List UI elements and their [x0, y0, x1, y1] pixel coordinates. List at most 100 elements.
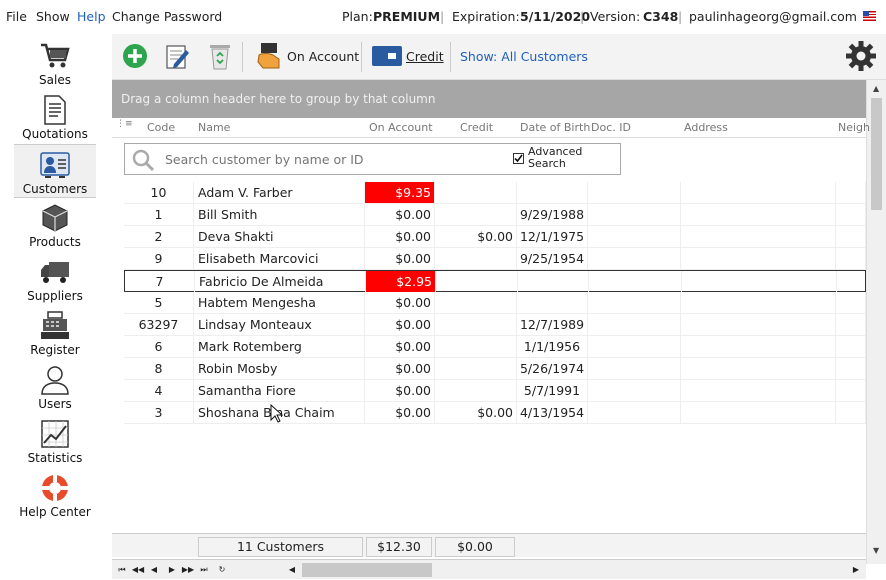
cell-on-account[interactable]: $0.00: [365, 248, 435, 269]
cell-address[interactable]: [681, 248, 836, 269]
vertical-scrollbar[interactable]: ▲ ▼: [866, 80, 886, 564]
cell-address[interactable]: [681, 336, 836, 357]
cell-neighborhood[interactable]: [836, 292, 866, 313]
column-chooser-icon[interactable]: ⋮≡: [116, 119, 133, 129]
cell-neighborhood[interactable]: [836, 380, 866, 401]
sidebar-item-suppliers[interactable]: Suppliers: [14, 252, 96, 306]
scroll-down-icon[interactable]: ▼: [873, 546, 879, 555]
refresh-icon[interactable]: ↻: [214, 562, 230, 578]
table-row[interactable]: 10 Adam V. Farber $9.35: [124, 182, 866, 204]
cell-code[interactable]: 4: [124, 380, 194, 401]
advanced-search-checkbox[interactable]: [513, 153, 524, 164]
cell-neighborhood[interactable]: [836, 314, 866, 335]
cell-on-account[interactable]: $2.95: [366, 271, 436, 292]
user-email[interactable]: paulinhageorg@gmail.com: [689, 9, 857, 24]
cell-name[interactable]: Fabricio De Almeida: [195, 271, 366, 292]
cell-date-of-birth[interactable]: 9/25/1954: [517, 248, 588, 269]
column-header-neighborhood[interactable]: Neigh: [838, 121, 870, 134]
cell-address[interactable]: [681, 182, 836, 203]
menu-file[interactable]: File: [6, 9, 27, 24]
cell-doc-id[interactable]: [588, 402, 681, 423]
show-filter[interactable]: Show: All Customers: [460, 40, 588, 72]
cell-neighborhood[interactable]: [836, 204, 866, 225]
cell-doc-id[interactable]: [588, 380, 681, 401]
cell-credit[interactable]: [435, 336, 517, 357]
cell-doc-id[interactable]: [588, 204, 681, 225]
cell-credit[interactable]: [436, 271, 518, 292]
previous-record-icon[interactable]: ◀: [146, 562, 162, 578]
group-by-panel[interactable]: Drag a column header here to group by th…: [112, 80, 866, 118]
cell-name[interactable]: Lindsay Monteaux: [194, 314, 365, 335]
cell-doc-id[interactable]: [589, 271, 682, 292]
credit-button[interactable]: Credit: [371, 40, 444, 72]
sidebar-item-statistics[interactable]: Statistics: [14, 414, 96, 468]
cell-code[interactable]: 2: [124, 226, 194, 247]
cell-name[interactable]: Adam V. Farber: [194, 182, 365, 203]
next-record-icon[interactable]: ▶: [164, 562, 180, 578]
cell-credit[interactable]: [435, 314, 517, 335]
cell-date-of-birth[interactable]: [517, 182, 588, 203]
cell-credit[interactable]: [435, 380, 517, 401]
settings-button[interactable]: [844, 40, 878, 72]
cell-date-of-birth[interactable]: 9/29/1988: [517, 204, 588, 225]
horizontal-scrollbar-thumb[interactable]: [302, 563, 432, 577]
cell-on-account[interactable]: $0.00: [365, 402, 435, 423]
column-header-name[interactable]: Name: [198, 121, 230, 134]
scrollbar-thumb[interactable]: [871, 98, 882, 210]
table-row[interactable]: 63297 Lindsay Monteaux $0.00 12/7/1989: [124, 314, 866, 336]
cell-address[interactable]: [682, 271, 837, 292]
sidebar-item-help-center[interactable]: Help Center: [14, 468, 96, 522]
cell-code[interactable]: 8: [124, 358, 194, 379]
cell-neighborhood[interactable]: [836, 248, 866, 269]
cell-code[interactable]: 9: [124, 248, 194, 269]
cell-doc-id[interactable]: [588, 314, 681, 335]
cell-on-account[interactable]: $0.00: [365, 226, 435, 247]
sidebar-item-customers[interactable]: Customers: [14, 144, 96, 198]
advanced-search-label[interactable]: Advanced Search: [528, 146, 582, 170]
cell-on-account[interactable]: $0.00: [365, 380, 435, 401]
cell-neighborhood[interactable]: [837, 271, 867, 292]
sidebar-item-products[interactable]: Products: [14, 198, 96, 252]
cell-on-account[interactable]: $0.00: [365, 314, 435, 335]
cell-neighborhood[interactable]: [836, 336, 866, 357]
sidebar-item-quotations[interactable]: Quotations: [14, 90, 96, 144]
cell-address[interactable]: [681, 380, 836, 401]
sidebar-item-register[interactable]: Register: [14, 306, 96, 360]
cell-address[interactable]: [681, 226, 836, 247]
sidebar-item-users[interactable]: Users: [14, 360, 96, 414]
cell-address[interactable]: [681, 204, 836, 225]
cell-on-account[interactable]: $0.00: [365, 292, 435, 313]
cell-name[interactable]: Habtem Mengesha: [194, 292, 365, 313]
cell-on-account[interactable]: $0.00: [365, 204, 435, 225]
cell-date-of-birth[interactable]: 5/26/1974: [517, 358, 588, 379]
cell-name[interactable]: Elisabeth Marcovici: [194, 248, 365, 269]
cell-address[interactable]: [681, 314, 836, 335]
table-row[interactable]: 6 Mark Rotemberg $0.00 1/1/1956: [124, 336, 866, 358]
column-header-code[interactable]: Code: [147, 121, 175, 134]
table-row[interactable]: 7 Fabricio De Almeida $2.95: [124, 270, 867, 292]
cell-credit[interactable]: [435, 182, 517, 203]
cell-date-of-birth[interactable]: 4/13/1954: [517, 402, 588, 423]
cell-code[interactable]: 10: [124, 182, 194, 203]
cell-on-account[interactable]: $9.35: [365, 182, 435, 203]
scroll-up-icon[interactable]: ▲: [873, 84, 879, 93]
scroll-left-icon[interactable]: ◀: [284, 562, 300, 578]
cell-name[interactable]: Samantha Fiore: [194, 380, 365, 401]
cell-date-of-birth[interactable]: [518, 271, 589, 292]
cell-name[interactable]: Bill Smith: [194, 204, 365, 225]
cell-credit[interactable]: [435, 248, 517, 269]
column-header-date-of-birth[interactable]: Date of Birth: [520, 121, 590, 134]
first-page-icon[interactable]: ⏮: [114, 562, 130, 578]
cell-date-of-birth[interactable]: 1/1/1956: [517, 336, 588, 357]
table-row[interactable]: 5 Habtem Mengesha $0.00: [124, 292, 866, 314]
cell-doc-id[interactable]: [588, 336, 681, 357]
cell-on-account[interactable]: $0.00: [365, 358, 435, 379]
table-row[interactable]: 1 Bill Smith $0.00 9/29/1988: [124, 204, 866, 226]
table-row[interactable]: 4 Samantha Fiore $0.00 5/7/1991: [124, 380, 866, 402]
column-header-doc-id[interactable]: Doc. ID: [591, 121, 631, 134]
cell-on-account[interactable]: $0.00: [365, 336, 435, 357]
cell-doc-id[interactable]: [588, 226, 681, 247]
cell-code[interactable]: 5: [124, 292, 194, 313]
table-row[interactable]: 2 Deva Shakti $0.00 $0.00 12/1/1975: [124, 226, 866, 248]
table-row[interactable]: 3 Shoshana Bina Chaim $0.00 $0.00 4/13/1954: [124, 402, 866, 424]
